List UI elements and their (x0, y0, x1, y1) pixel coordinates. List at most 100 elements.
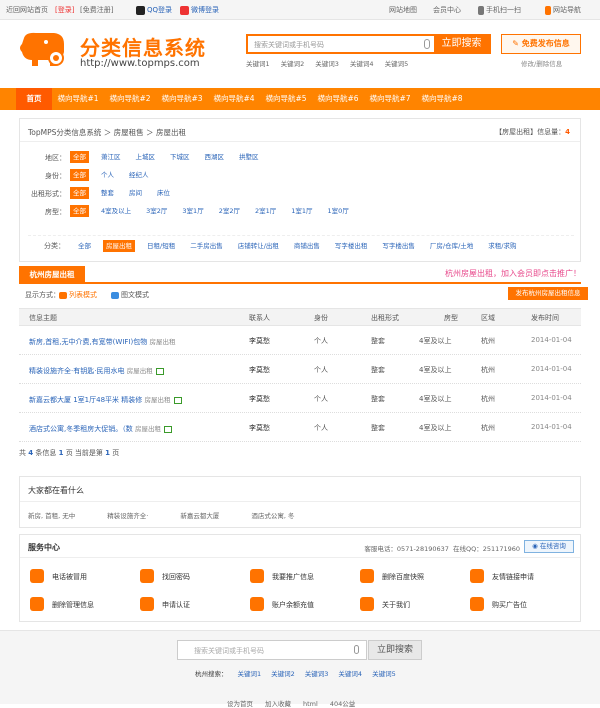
hotword-link[interactable]: 关键词1 (246, 60, 270, 68)
filter-option[interactable]: 经纪人 (126, 169, 152, 181)
member-center-link[interactable]: 会员中心 (433, 5, 461, 15)
filter-option[interactable]: 床位 (154, 187, 173, 199)
filter-option[interactable]: 个人 (98, 169, 117, 181)
footer-link[interactable]: 加入收藏 (265, 700, 291, 708)
nav-item[interactable]: 横向导航#1 (54, 88, 102, 110)
site-map-link[interactable]: 网站地图 (389, 5, 417, 15)
nav-item[interactable]: 横向导航#7 (366, 88, 414, 110)
filter-option[interactable]: 下城区 (167, 151, 193, 163)
filter-option[interactable]: 西湖区 (202, 151, 228, 163)
footer-link[interactable]: 404公益 (330, 700, 355, 708)
footer-search-button[interactable]: 立即搜索 (368, 640, 422, 660)
promo-text[interactable]: 杭州房屋出租，加入会员即点击推广！ (445, 268, 581, 279)
filter-option[interactable]: 2室2厅 (216, 205, 243, 217)
service-link[interactable]: 友情链接申请 (492, 572, 534, 582)
mobile-link[interactable]: 手机扫一扫 (478, 5, 521, 15)
filter-option[interactable]: 拱墅区 (236, 151, 262, 163)
hotword-link[interactable]: 关键词4 (350, 60, 374, 68)
search-input[interactable]: 搜索关键词或手机号码 (254, 40, 324, 50)
hotword-link[interactable]: 关键词5 (372, 670, 396, 678)
popular-link[interactable]: 新嘉云都大厦 (180, 512, 219, 520)
category-option[interactable]: 店铺转让/出租 (235, 240, 282, 252)
filter-option[interactable]: 全部 (70, 169, 89, 181)
category-option[interactable]: 写字楼出租 (332, 240, 371, 252)
pager-current[interactable]: 1 (105, 449, 110, 457)
filter-option[interactable]: 3室2厅 (143, 205, 170, 217)
weibo-login[interactable]: 微博登录 (180, 5, 219, 15)
filter-option[interactable]: 房间 (126, 187, 145, 199)
qq-login[interactable]: QQ登录 (136, 5, 172, 15)
hotword-link[interactable]: 关键词4 (338, 670, 362, 678)
hotword-link[interactable]: 关键词3 (315, 60, 339, 68)
filter-option[interactable]: 全部 (70, 151, 89, 163)
hotword-link[interactable]: 关键词3 (305, 670, 329, 678)
filter-option[interactable]: 整套 (98, 187, 117, 199)
popular-link[interactable]: 精装设施齐全· (107, 512, 148, 520)
logo-title[interactable]: 分类信息系统 (80, 32, 206, 61)
back-home-link[interactable]: 近回网站首页 (6, 5, 48, 15)
listing-title-link[interactable]: 精装设施齐全·有钥匙·民用水电 (29, 367, 124, 375)
tab-listing[interactable]: 杭州房屋出租 (19, 266, 85, 284)
filter-option[interactable]: 萧江区 (98, 151, 124, 163)
microphone-icon[interactable] (354, 645, 359, 654)
service-link[interactable]: 我要推广信息 (272, 572, 314, 582)
footer-search-input[interactable]: 搜索关键词或手机号码 (194, 646, 264, 656)
hotword-link[interactable]: 关键词1 (238, 670, 262, 678)
popular-link[interactable]: 酒店式公寓, 冬 (251, 512, 294, 520)
filter-option[interactable]: 2室1厅 (252, 205, 279, 217)
hotword-link[interactable]: 关键词2 (271, 670, 295, 678)
table-row[interactable]: 新房,首租,无中介费,有宽带(WIFI)包物 房屋出租 李莫愁 个人 整套 4室… (19, 326, 581, 355)
footer-link[interactable]: html (303, 700, 318, 708)
category-option[interactable]: 二手房出售 (187, 240, 226, 252)
mode-image-button[interactable]: 图文模式 (111, 290, 149, 300)
service-link[interactable]: 电话被冒用 (52, 572, 87, 582)
category-option[interactable]: 房屋出租 (103, 240, 135, 252)
breadcrumb[interactable]: TopMPS分类信息系统 ＞ 房屋租售 ＞ 房屋出租 (28, 127, 186, 138)
login-link[interactable]: [登录] (55, 5, 74, 15)
online-consult-button[interactable]: ◉ 在线咨询 (524, 540, 574, 553)
nav-item[interactable]: 横向导航#4 (210, 88, 258, 110)
category-option[interactable]: 求租/求购 (485, 240, 519, 252)
nav-item[interactable]: 横向导航#8 (418, 88, 466, 110)
mode-list-button[interactable]: 列表模式 (59, 290, 97, 300)
footer-link[interactable]: 设为首页 (227, 700, 253, 708)
listing-title-link[interactable]: 新嘉云都大厦 1室1厅48平米 精装修 (29, 396, 142, 404)
search-button[interactable]: 立即搜索 (434, 36, 489, 52)
category-option[interactable]: 商铺出售 (291, 240, 323, 252)
category-option[interactable]: 日租/短租 (144, 240, 178, 252)
service-link[interactable]: 申请认证 (162, 600, 190, 610)
popular-link[interactable]: 新房, 首租, 无中 (28, 512, 75, 520)
nav-home[interactable]: 首页 (16, 88, 52, 110)
post-info-button[interactable]: ✎ 免费发布信息 (501, 34, 581, 54)
service-link[interactable]: 账户余额充值 (272, 600, 314, 610)
nav-item[interactable]: 横向导航#3 (158, 88, 206, 110)
service-link[interactable]: 删除管理信息 (52, 600, 94, 610)
category-option[interactable]: 写字楼出售 (379, 240, 418, 252)
table-row[interactable]: 酒店式公寓,冬季租房大促销。（数 房屋出租 李莫愁 个人 整套 4室及以上 杭州… (19, 413, 581, 442)
service-link[interactable]: 删除百度快照 (382, 572, 424, 582)
filter-option[interactable]: 1室0厅 (325, 205, 352, 217)
table-row[interactable]: 精装设施齐全·有钥匙·民用水电 房屋出租 李莫愁 个人 整套 4室及以上 杭州 … (19, 355, 581, 384)
filter-option[interactable]: 上城区 (133, 151, 159, 163)
filter-option[interactable]: 3室1厅 (179, 205, 206, 217)
listing-title-link[interactable]: 酒店式公寓,冬季租房大促销。（数 (29, 425, 133, 433)
filter-option[interactable]: 1室1厅 (288, 205, 315, 217)
category-option[interactable]: 全部 (75, 240, 94, 252)
hotword-link[interactable]: 关键词2 (281, 60, 305, 68)
filter-option[interactable]: 全部 (70, 187, 89, 199)
table-row[interactable]: 新嘉云都大厦 1室1厅48平米 精装修 房屋出租 李莫愁 个人 整套 4室及以上… (19, 384, 581, 413)
listing-title-link[interactable]: 新房,首租,无中介费,有宽带(WIFI)包物 (29, 338, 147, 346)
service-link[interactable]: 关于我们 (382, 600, 410, 610)
register-link[interactable]: [免费注册] (80, 5, 113, 15)
microphone-icon[interactable] (424, 39, 430, 49)
hotword-link[interactable]: 关键词5 (385, 60, 409, 68)
logo-elephant-icon[interactable] (16, 30, 68, 70)
nav-item[interactable]: 横向导航#2 (106, 88, 154, 110)
filter-option[interactable]: 4室及以上 (98, 205, 134, 217)
nav-item[interactable]: 横向导航#6 (314, 88, 362, 110)
edit-delete-link[interactable]: 修改/删除信息 (521, 58, 562, 68)
site-nav-link[interactable]: 网站导航 (545, 5, 581, 15)
filter-option[interactable]: 全部 (70, 205, 89, 217)
category-option[interactable]: 厂房/仓库/土地 (427, 240, 476, 252)
service-link[interactable]: 找回密码 (162, 572, 190, 582)
